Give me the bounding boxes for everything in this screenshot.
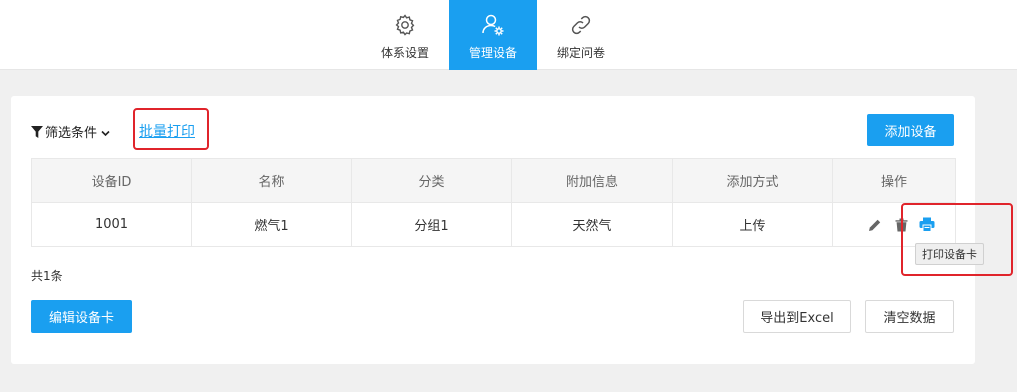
cell-name: 燃气1 (191, 202, 352, 247)
column-header-category: 分类 (351, 158, 512, 203)
highlight-box (901, 203, 1013, 276)
link-icon (568, 12, 594, 38)
export-excel-button[interactable]: 导出到Excel (743, 300, 851, 333)
tab-bind-questionnaire[interactable]: 绑定问卷 (537, 0, 625, 70)
tab-label: 管理设备 (468, 46, 517, 60)
top-nav-bar: 体系设置 管理设备 绑定问卷 (0, 0, 1017, 70)
cell-category: 分组1 (351, 202, 512, 247)
tab-label: 绑定问卷 (556, 46, 605, 60)
tab-manage-devices[interactable]: 管理设备 (449, 0, 537, 70)
clear-data-button[interactable]: 清空数据 (865, 300, 954, 333)
funnel-icon (31, 125, 43, 138)
edit-device-card-button[interactable]: 编辑设备卡 (31, 300, 132, 333)
cell-add-method: 上传 (672, 202, 833, 247)
gear-icon (392, 12, 418, 38)
table-row: 1001 燃气1 分组1 天然气 上传 (31, 202, 956, 247)
table-header-row: 设备ID 名称 分类 附加信息 添加方式 操作 (31, 158, 956, 203)
highlight-box (133, 108, 209, 150)
column-header-add-method: 添加方式 (672, 158, 833, 203)
add-device-button[interactable]: 添加设备 (867, 114, 954, 146)
column-header-extra-info: 附加信息 (511, 158, 673, 203)
column-header-actions: 操作 (832, 158, 956, 203)
cell-extra-info: 天然气 (511, 202, 673, 247)
filter-label: 筛选条件 (45, 126, 98, 141)
tab-system-settings[interactable]: 体系设置 (361, 0, 449, 70)
column-header-device-id: 设备ID (31, 158, 192, 203)
column-header-name: 名称 (191, 158, 352, 203)
total-count: 共1条 (31, 269, 63, 283)
tab-label: 体系设置 (380, 46, 429, 60)
chevron-down-icon (101, 127, 110, 137)
pencil-icon[interactable] (867, 217, 883, 233)
device-panel: 筛选条件 批量打印 添加设备 设备ID 名称 分类 附加信息 添加方式 操作 1… (11, 96, 975, 364)
cell-device-id: 1001 (31, 202, 192, 247)
filter-toggle[interactable]: 筛选条件 (31, 122, 110, 141)
device-table: 设备ID 名称 分类 附加信息 添加方式 操作 1001 燃气1 分组1 天然气… (31, 158, 956, 247)
user-gear-icon (480, 12, 506, 38)
